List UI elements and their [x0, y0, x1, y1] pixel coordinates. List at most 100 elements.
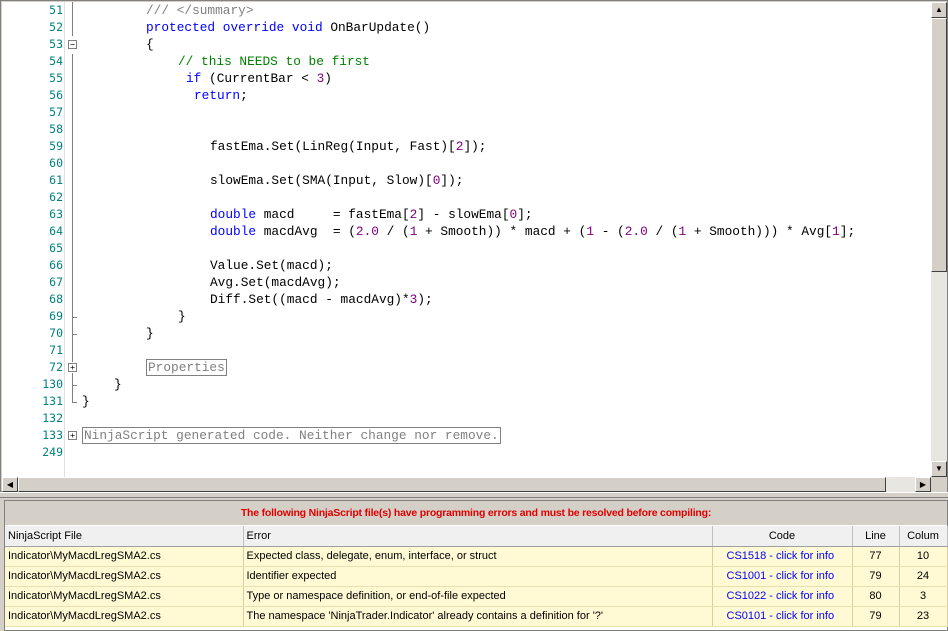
line-number: 55	[49, 71, 63, 85]
code-line[interactable]: 64 double macdAvg = (2.0 / (1 + Smooth)) …	[2, 223, 931, 240]
code-line[interactable]: 56 return;	[2, 87, 931, 104]
code-line[interactable]: 68 Diff.Set((macd - macdAvg)*3);	[2, 291, 931, 308]
collapsed-region[interactable]: NinjaScript generated code. Neither chan…	[82, 427, 501, 444]
collapse-icon[interactable]: −	[68, 40, 77, 49]
error-code-link[interactable]: CS1022 - click for info	[712, 586, 853, 607]
code-line[interactable]: 63 double macd = fastEma[2] - slowEma[0];	[2, 206, 931, 223]
column-header-line[interactable]: Line	[852, 526, 900, 547]
panel-splitter[interactable]	[0, 492, 948, 498]
error-file-cell: Indicator\MyMacdLregSMA2.cs	[5, 586, 244, 607]
column-header-code[interactable]: Code	[712, 526, 853, 547]
code-token: slowEma.Set(SMA(Input, Slow)[	[210, 173, 433, 188]
code-text: }	[82, 394, 90, 409]
code-text: Avg.Set(macdAvg);	[210, 275, 341, 290]
vertical-scrollbar[interactable]: ▲ ▼	[931, 2, 947, 477]
code-line[interactable]: 70}	[2, 325, 931, 342]
code-line[interactable]: 51 /// </summary>	[2, 2, 931, 19]
code-token: ]);	[463, 139, 487, 154]
code-text: // this NEEDS to be first	[178, 54, 370, 69]
arrow-down-icon[interactable]: ▼	[931, 461, 947, 477]
code-area[interactable]: 51 /// </summary> 52 protected override voi…	[2, 2, 931, 477]
error-code-link[interactable]: CS1518 - click for info	[712, 546, 853, 567]
error-code-link[interactable]: CS1001 - click for info	[712, 566, 853, 587]
code-token: /// </summary>	[146, 3, 254, 18]
code-line[interactable]: 66 Value.Set(macd);	[2, 257, 931, 274]
code-token: );	[417, 292, 433, 307]
code-text: }	[114, 377, 122, 392]
horizontal-scrollbar[interactable]: ◀ ▶	[2, 477, 931, 492]
code-token: macd = fastEma[	[256, 207, 410, 222]
code-line[interactable]: 54 // this NEEDS to be first	[2, 53, 931, 70]
expand-icon[interactable]: +	[68, 363, 77, 372]
code-line[interactable]: 249	[2, 444, 931, 461]
line-number: 70	[49, 326, 63, 340]
horizontal-scroll-thumb[interactable]	[18, 477, 886, 492]
code-line[interactable]: 130}	[2, 376, 931, 393]
code-line[interactable]: 61 slowEma.Set(SMA(Input, Slow)[0]);	[2, 172, 931, 189]
code-line[interactable]: 72 + Properties	[2, 359, 931, 376]
arrow-left-icon[interactable]: ◀	[2, 477, 18, 492]
code-line[interactable]: 58	[2, 121, 931, 138]
code-token: }	[146, 326, 154, 341]
code-token: Value.Set(macd);	[210, 258, 333, 273]
code-line[interactable]: 131}	[2, 393, 931, 410]
code-token: fastEma.Set(LinReg(Input, Fast)[	[210, 139, 456, 154]
error-file-cell: Indicator\MyMacdLregSMA2.cs	[5, 546, 244, 567]
code-line[interactable]: 67 Avg.Set(macdAvg);	[2, 274, 931, 291]
code-editor[interactable]: 51 /// </summary> 52 protected override voi…	[0, 0, 948, 492]
code-line[interactable]: 71	[2, 342, 931, 359]
code-line[interactable]: 55 if (CurrentBar < 3)	[2, 70, 931, 87]
code-text: }	[178, 309, 186, 324]
error-list-panel: The following NinjaScript file(s) have p…	[4, 500, 948, 631]
error-file-cell: Indicator\MyMacdLregSMA2.cs	[5, 566, 244, 587]
error-code-link[interactable]: CS0101 - click for info	[712, 606, 853, 627]
line-number: 60	[49, 156, 63, 170]
error-message-cell: The namespace 'NinjaTrader.Indicator' al…	[243, 606, 713, 627]
fold-guide	[72, 2, 73, 36]
code-token: double	[210, 224, 257, 239]
column-header-column[interactable]: Colum	[899, 526, 948, 547]
vertical-scroll-thumb[interactable]	[931, 18, 947, 272]
code-line[interactable]: 59 fastEma.Set(LinReg(Input, Fast)[2]);	[2, 138, 931, 155]
code-token: }	[114, 377, 122, 392]
line-number: 63	[49, 207, 63, 221]
line-number: 68	[49, 292, 63, 306]
error-table: NinjaScript File Error Code Line Colum I…	[5, 526, 948, 627]
error-message-cell: Type or namespace definition, or end-of-…	[243, 586, 713, 607]
column-header-file[interactable]: NinjaScript File	[5, 526, 244, 547]
column-header-error[interactable]: Error	[243, 526, 713, 547]
code-text: Value.Set(macd);	[210, 258, 333, 273]
code-line[interactable]: 52 protected override void OnBarUpdate()	[2, 19, 931, 36]
code-token: 2.0	[355, 224, 379, 239]
line-number: 59	[49, 139, 63, 153]
code-line[interactable]: 60	[2, 155, 931, 172]
error-row[interactable]: Indicator\MyMacdLregSMA2.cs Identifier ex…	[5, 566, 948, 587]
code-line[interactable]: 133 + NinjaScript generated code. Neither …	[2, 427, 931, 444]
code-text: double macd = fastEma[2] - slowEma[0];	[210, 207, 533, 222]
code-line[interactable]: 57	[2, 104, 931, 121]
error-row[interactable]: Indicator\MyMacdLregSMA2.cs The namespace…	[5, 606, 948, 627]
line-number: 62	[49, 190, 63, 204]
code-token: protected override void	[146, 20, 323, 35]
code-line[interactable]: 69}	[2, 308, 931, 325]
code-token: / (	[647, 224, 679, 239]
code-token: if	[186, 71, 202, 86]
expand-icon[interactable]: +	[68, 431, 77, 440]
error-row[interactable]: Indicator\MyMacdLregSMA2.cs Expected clas…	[5, 546, 948, 567]
line-number: 56	[49, 88, 63, 102]
line-number: 72	[49, 360, 63, 374]
code-token: ] - slowEma[	[417, 207, 510, 222]
error-column-cell: 24	[899, 566, 948, 587]
collapsed-region[interactable]: Properties	[146, 359, 227, 376]
arrow-up-icon[interactable]: ▲	[931, 2, 947, 18]
code-line[interactable]: 132	[2, 410, 931, 427]
code-text: Diff.Set((macd - macdAvg)*3);	[210, 292, 433, 307]
error-line-cell: 79	[852, 606, 900, 627]
error-row[interactable]: Indicator\MyMacdLregSMA2.cs Type or names…	[5, 586, 948, 607]
code-line[interactable]: 53− {	[2, 36, 931, 53]
code-token: Avg.Set(macdAvg);	[210, 275, 341, 290]
code-line[interactable]: 62	[2, 189, 931, 206]
fold-end-tick	[72, 385, 77, 386]
code-line[interactable]: 65	[2, 240, 931, 257]
arrow-right-icon[interactable]: ▶	[915, 477, 931, 492]
